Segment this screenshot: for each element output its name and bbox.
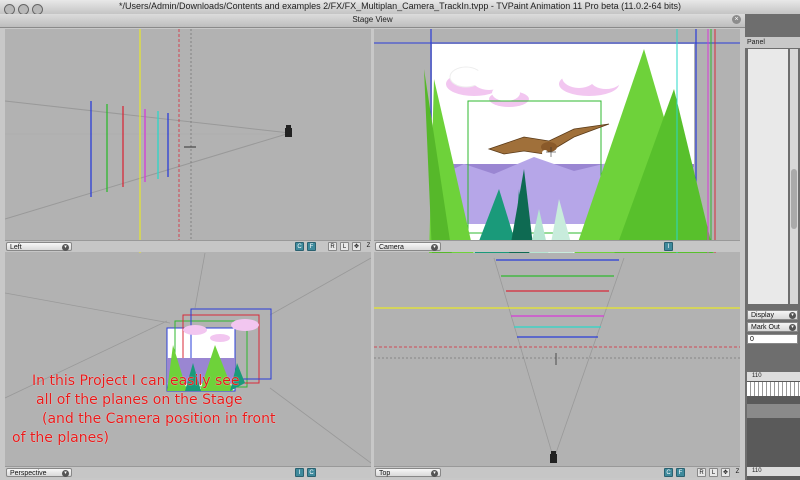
mark-out-select[interactable]: Mark Out ▾: [747, 322, 798, 332]
left-pan-button[interactable]: ✥: [352, 242, 361, 251]
top-frustum-left: [493, 257, 553, 454]
timeline-ruler: 110: [747, 372, 800, 381]
stage-view-header: Stage View ×: [0, 14, 745, 28]
perspective-view-pane[interactable]: [5, 253, 371, 466]
chevron-down-icon: ▾: [431, 470, 438, 477]
top-camera-icon: [550, 454, 557, 463]
window-titlebar: */Users/Admin/Downloads/Contents and exa…: [0, 0, 800, 15]
top-view-bar: Top ▾ C F R L ✥ Z: [374, 466, 740, 478]
left-f-button[interactable]: F: [307, 242, 316, 251]
top-l-button[interactable]: L: [709, 468, 718, 477]
top-zoom-button[interactable]: Z: [733, 468, 742, 477]
timeline-ruler-2: 110: [747, 467, 800, 476]
top-r-button[interactable]: R: [697, 468, 706, 477]
stage-view-window: Stage View × Left ▾ C F R L ✥ Z Camera ▾…: [0, 14, 745, 480]
side-panel-scrollbar[interactable]: [790, 49, 798, 304]
chevron-down-icon: ▾: [789, 312, 796, 319]
side-panel: Panel Display ▾ Mark Out ▾ 0 110 110: [745, 14, 800, 480]
left-view-select[interactable]: Left ▾: [6, 242, 72, 251]
camera-i-button[interactable]: I: [664, 242, 673, 251]
chevron-down-icon: ▾: [62, 470, 69, 477]
camera-view-pane[interactable]: [374, 29, 740, 254]
stage-close-icon[interactable]: ×: [732, 15, 741, 24]
left-r-button[interactable]: R: [328, 242, 337, 251]
camera-view-canvas: [374, 29, 740, 254]
left-view-select-label: Left: [10, 244, 22, 251]
side-panel-header: Panel: [745, 37, 800, 48]
stage-view-title: Stage View: [352, 15, 393, 24]
timeline-frames-2[interactable]: [747, 404, 800, 418]
camera-view-select-label: Camera: [379, 244, 404, 251]
display-select-label: Display: [751, 312, 774, 319]
top-c-button[interactable]: C: [664, 468, 673, 477]
display-select[interactable]: Display ▾: [747, 310, 798, 320]
left-frustum-line-top: [5, 100, 291, 134]
side-panel-body: [748, 49, 788, 304]
chevron-down-icon: ▾: [789, 324, 796, 331]
top-view-pane[interactable]: [374, 253, 740, 466]
mark-out-label: Mark Out: [751, 324, 780, 331]
left-camera-icon: [285, 128, 292, 137]
chevron-down-icon: ▾: [431, 244, 438, 251]
left-frustum-line-bottom: [5, 132, 291, 220]
left-view-canvas: [5, 29, 292, 254]
mark-out-field[interactable]: 0: [747, 334, 798, 344]
left-zoom-button[interactable]: Z: [364, 242, 373, 251]
perspective-c-button[interactable]: C: [307, 468, 316, 477]
timeline-frames[interactable]: [747, 382, 800, 396]
timeline-strip[interactable]: 110 110: [747, 372, 800, 480]
window-title: */Users/Admin/Downloads/Contents and exa…: [119, 1, 681, 11]
perspective-i-button[interactable]: I: [295, 468, 304, 477]
perspective-view-canvas: [5, 253, 371, 464]
left-l-button[interactable]: L: [340, 242, 349, 251]
top-frustum-right: [555, 257, 625, 454]
perspective-view-bar: Perspective ▾ I C: [5, 466, 371, 478]
camera-view-select[interactable]: Camera ▾: [375, 242, 441, 251]
top-f-button[interactable]: F: [676, 468, 685, 477]
top-view-canvas: [374, 257, 740, 463]
top-pan-button[interactable]: ✥: [721, 468, 730, 477]
top-view-select-label: Top: [379, 470, 391, 477]
top-view-select[interactable]: Top ▾: [375, 468, 441, 477]
chevron-down-icon: ▾: [62, 244, 69, 251]
scrollbar-thumb[interactable]: [791, 169, 797, 229]
left-view-bar: Left ▾ C F R L ✥ Z: [5, 240, 371, 252]
perspective-view-select-label: Perspective: [10, 470, 47, 477]
left-view-pane[interactable]: [5, 29, 371, 254]
left-c-button[interactable]: C: [295, 242, 304, 251]
camera-view-bar: Camera ▾ I: [374, 240, 740, 252]
perspective-view-select[interactable]: Perspective ▾: [6, 468, 72, 477]
